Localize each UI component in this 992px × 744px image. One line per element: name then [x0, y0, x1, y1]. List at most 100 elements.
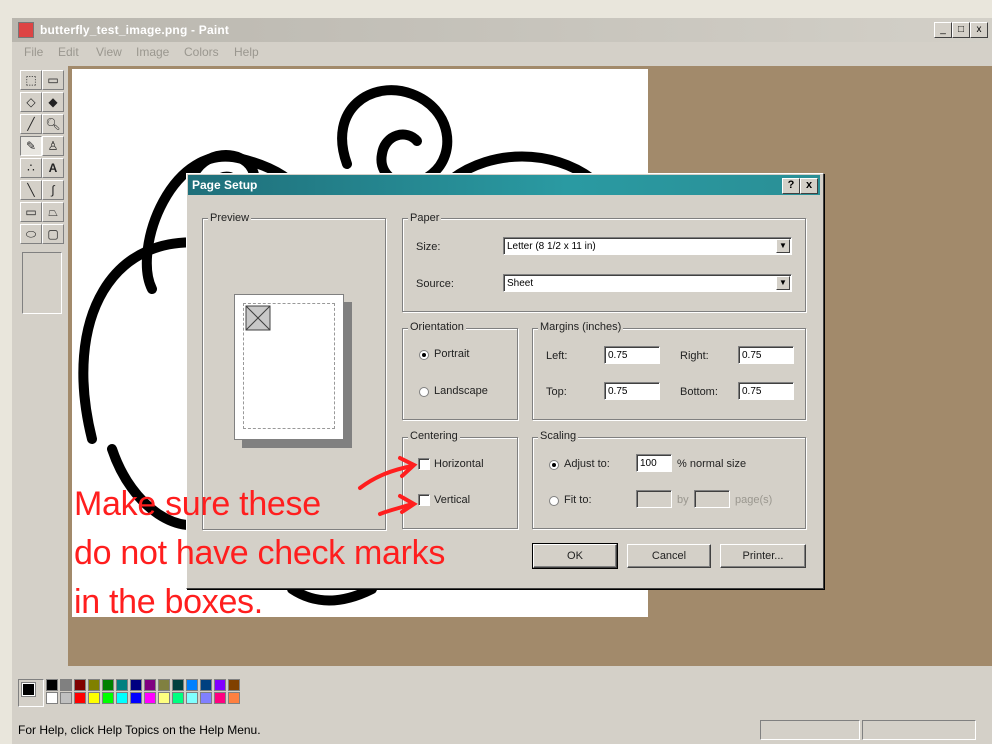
free-select-tool-icon[interactable]: ⬚ — [20, 70, 42, 90]
landscape-radio[interactable] — [419, 387, 429, 397]
fit-to-suffix: page(s) — [735, 494, 773, 506]
color-swatch[interactable] — [144, 692, 156, 704]
adjust-to-input[interactable]: 100 — [636, 454, 672, 472]
color-swatch[interactable] — [228, 679, 240, 691]
color-swatch[interactable] — [172, 692, 184, 704]
airbrush-tool-icon[interactable]: ∴ — [20, 158, 42, 178]
menu-edit[interactable]: Edit — [58, 45, 79, 59]
paint-app-icon — [18, 22, 34, 38]
color-swatch[interactable] — [228, 692, 240, 704]
fit-to-by-label: by — [677, 494, 689, 506]
dialog-titlebar[interactable] — [188, 175, 820, 195]
dialog-close-button[interactable]: x — [800, 178, 818, 194]
palette-bottom-row — [46, 692, 256, 705]
annotation-line-2: do not have check marks — [74, 534, 446, 572]
color-swatch[interactable] — [172, 679, 184, 691]
color-swatch[interactable] — [214, 692, 226, 704]
paper-source-label: Source: — [416, 278, 454, 290]
color-swatch[interactable] — [74, 679, 86, 691]
rounded-rectangle-tool-icon[interactable]: ▢ — [42, 224, 64, 244]
adjust-to-label[interactable]: Adjust to: — [564, 458, 610, 470]
horizontal-label[interactable]: Horizontal — [434, 458, 484, 470]
centering-label: Centering — [408, 430, 460, 442]
eraser-tool-icon[interactable]: ◇ — [20, 92, 42, 112]
close-button[interactable]: x — [970, 22, 988, 38]
chevron-down-icon[interactable]: ▼ — [776, 239, 790, 253]
menu-help[interactable]: Help — [234, 45, 259, 59]
tool-options-box[interactable] — [22, 252, 62, 314]
text-tool-icon[interactable]: A — [42, 158, 64, 178]
cancel-button[interactable]: Cancel — [627, 544, 711, 568]
brush-tool-icon[interactable]: ♙ — [42, 136, 64, 156]
color-swatch[interactable] — [74, 692, 86, 704]
menu-file[interactable]: File — [24, 45, 43, 59]
menu-image[interactable]: Image — [136, 45, 169, 59]
color-swatch[interactable] — [46, 679, 58, 691]
color-swatch[interactable] — [116, 679, 128, 691]
color-swatch[interactable] — [60, 692, 72, 704]
color-swatch[interactable] — [144, 679, 156, 691]
color-swatch[interactable] — [130, 679, 142, 691]
fit-to-radio[interactable] — [549, 496, 559, 506]
paper-source-value: Sheet — [507, 278, 534, 289]
color-swatch[interactable] — [158, 692, 170, 704]
color-swatch[interactable] — [102, 692, 114, 704]
margin-left-label: Left: — [546, 350, 568, 362]
minimize-button[interactable]: _ — [934, 22, 952, 38]
color-picker-tool-icon[interactable]: ╱ — [20, 114, 42, 134]
dialog-help-button[interactable]: ? — [782, 178, 800, 194]
magnifier-tool-icon[interactable]: 🔍︎ — [42, 114, 64, 134]
pencil-tool-icon[interactable]: ✎ — [20, 136, 42, 156]
color-swatch[interactable] — [102, 679, 114, 691]
portrait-radio[interactable] — [419, 350, 429, 360]
color-swatch[interactable] — [200, 692, 212, 704]
line-tool-icon[interactable]: ╲ — [20, 180, 42, 200]
color-swatch[interactable] — [116, 692, 128, 704]
printer-button[interactable]: Printer... — [720, 544, 806, 568]
color-swatch[interactable] — [88, 692, 100, 704]
preview-image-placeholder-icon — [245, 305, 271, 331]
fit-to-label[interactable]: Fit to: — [564, 494, 592, 506]
maximize-button[interactable]: □ — [952, 22, 970, 38]
palette-top-row — [46, 679, 256, 692]
scaling-label: Scaling — [538, 430, 579, 442]
color-swatch[interactable] — [60, 679, 72, 691]
menu-view[interactable]: View — [96, 45, 122, 59]
margin-bottom-label: Bottom: — [680, 386, 718, 398]
color-swatch[interactable] — [214, 679, 226, 691]
select-tool-icon[interactable]: ▭ — [42, 70, 64, 90]
color-swatch[interactable] — [200, 679, 212, 691]
landscape-label[interactable]: Landscape — [434, 385, 488, 397]
rectangle-tool-icon[interactable]: ▭ — [20, 202, 42, 222]
margin-left-input[interactable]: 0.75 — [604, 346, 660, 364]
annotation-arrows-icon — [358, 456, 418, 516]
vertical-label[interactable]: Vertical — [434, 494, 470, 506]
adjust-to-suffix: % normal size — [677, 458, 747, 470]
preview-label: Preview — [208, 212, 252, 224]
menu-colors[interactable]: Colors — [184, 45, 219, 59]
polygon-tool-icon[interactable]: ⏢ — [42, 202, 64, 222]
color-swatch[interactable] — [88, 679, 100, 691]
curve-tool-icon[interactable]: ∫ — [42, 180, 64, 200]
foreground-color[interactable] — [21, 682, 36, 697]
paper-size-value: Letter (8 1/2 x 11 in) — [507, 241, 596, 252]
fill-tool-icon[interactable]: ◆ — [42, 92, 64, 112]
paper-group — [402, 218, 806, 312]
margin-bottom-input[interactable]: 0.75 — [738, 382, 794, 400]
paper-source-select[interactable]: Sheet ▼ — [503, 274, 792, 292]
adjust-to-radio[interactable] — [549, 460, 559, 470]
color-swatch[interactable] — [186, 692, 198, 704]
color-swatch[interactable] — [186, 679, 198, 691]
color-swatch[interactable] — [46, 692, 58, 704]
margin-right-input[interactable]: 0.75 — [738, 346, 794, 364]
color-swatch[interactable] — [158, 679, 170, 691]
margin-top-input[interactable]: 0.75 — [604, 382, 660, 400]
portrait-label[interactable]: Portrait — [434, 348, 469, 360]
color-swatch[interactable] — [130, 692, 142, 704]
annotation-line-3: in the boxes. — [74, 583, 263, 621]
ok-button[interactable]: OK — [532, 543, 618, 569]
chevron-down-icon[interactable]: ▼ — [776, 276, 790, 290]
paper-size-select[interactable]: Letter (8 1/2 x 11 in) ▼ — [503, 237, 792, 255]
window-title: butterfly_test_image.png - Paint — [40, 23, 230, 37]
ellipse-tool-icon[interactable]: ⬭ — [20, 224, 42, 244]
